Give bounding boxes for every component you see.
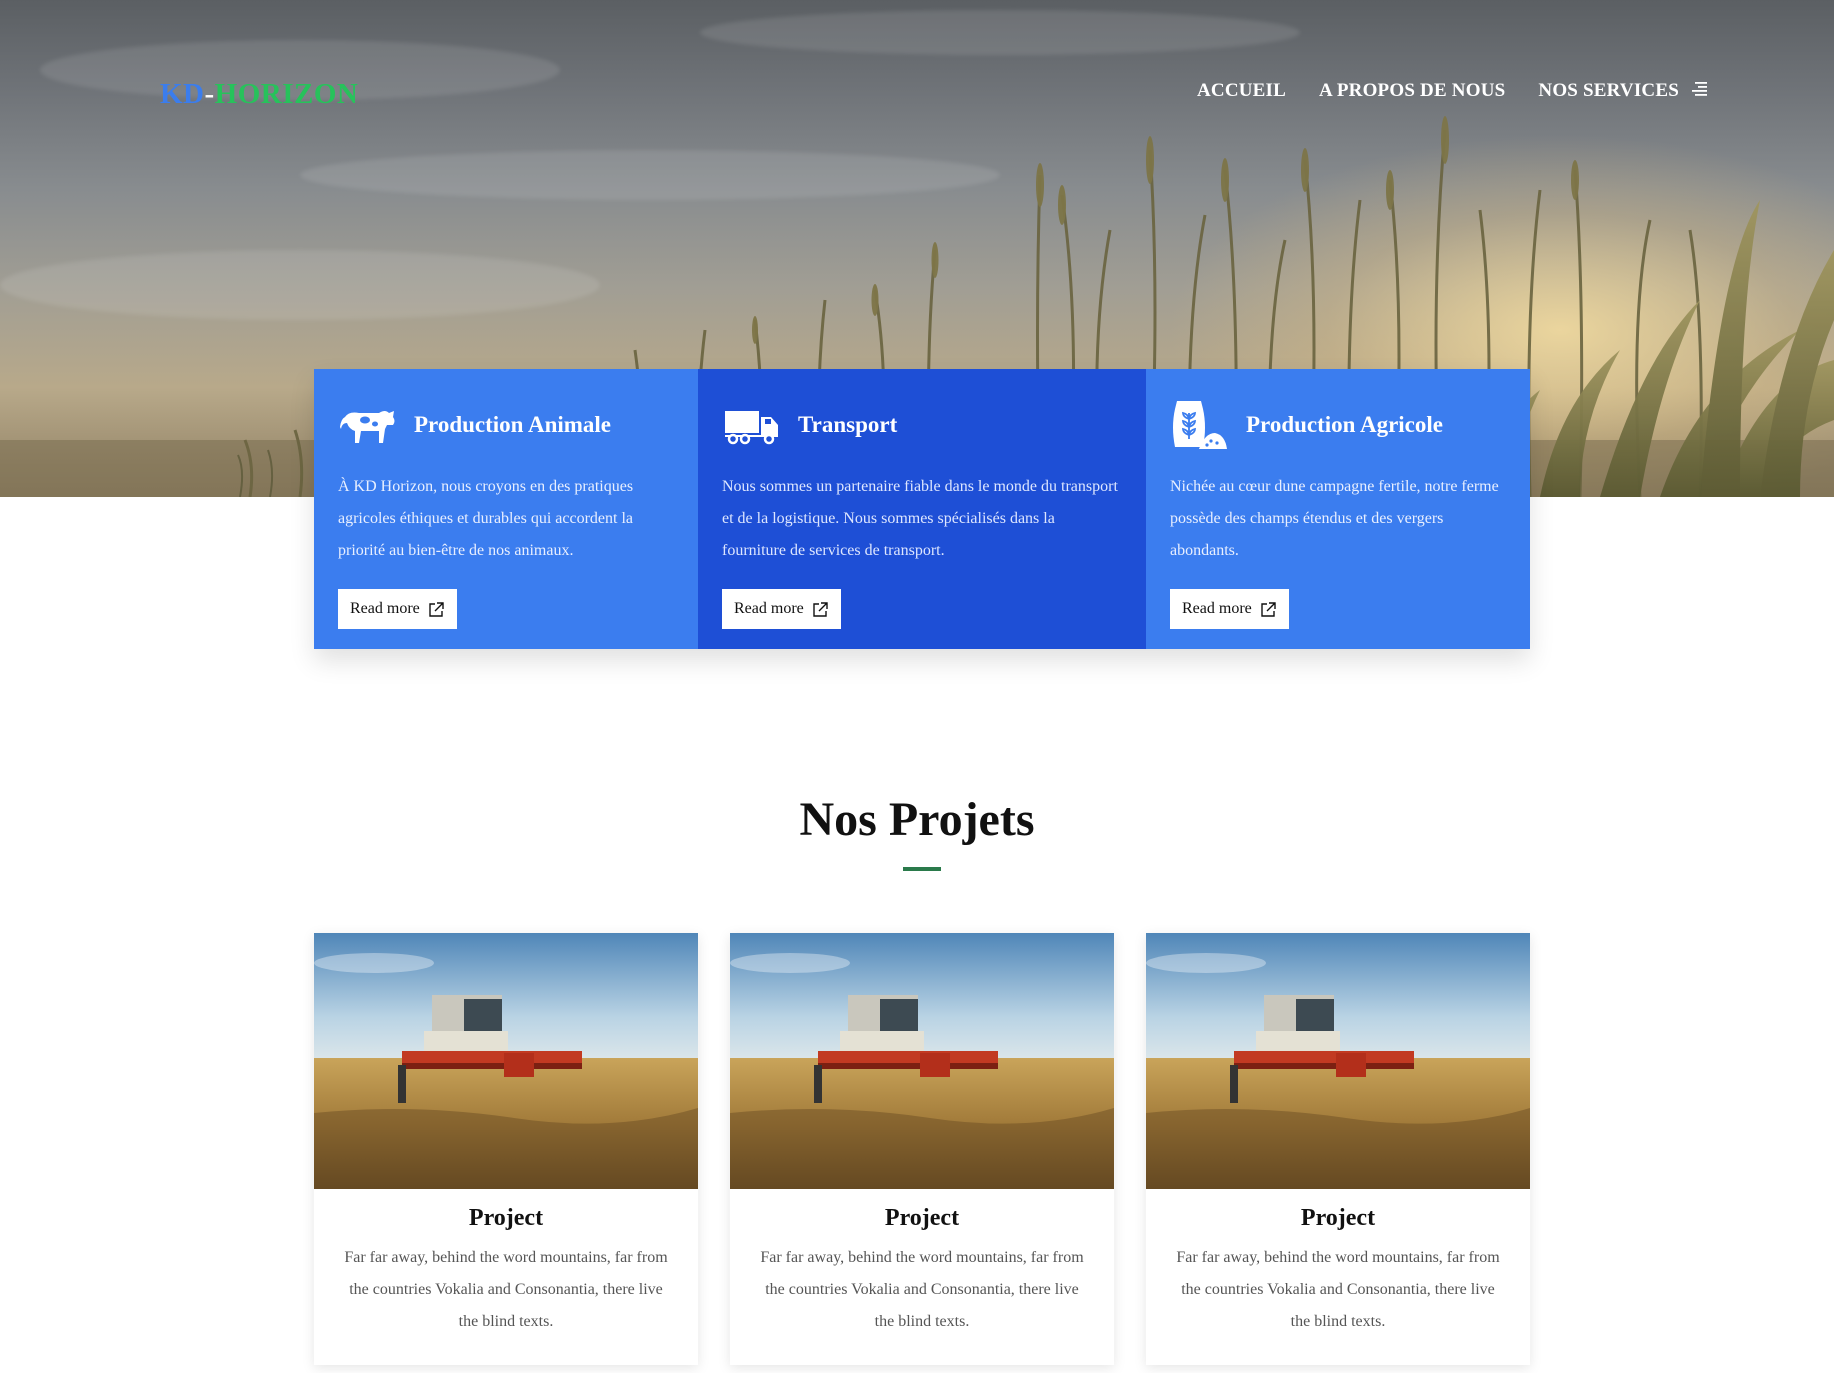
main-nav: ACCUEIL A PROPOS DE NOUS NOS SERVICES (1197, 80, 1707, 102)
read-more-button[interactable]: Read more (722, 589, 841, 629)
read-more-label: Read more (734, 600, 804, 617)
nav-item-accueil[interactable]: ACCUEIL (1197, 80, 1286, 102)
section-title-underline (903, 867, 941, 871)
project-title: Project (1300, 1205, 1376, 1231)
project-title: Project (468, 1205, 544, 1231)
service-description: Nous sommes un partenaire fiable dans le… (722, 478, 1118, 559)
project-description: Far far away, behind the word mountains,… (1176, 1249, 1500, 1330)
grain-sack-icon (1170, 399, 1230, 451)
project-description: Far far away, behind the word mountains,… (344, 1249, 668, 1330)
external-link-icon (429, 601, 444, 617)
brand-logo-part1: KD (160, 78, 205, 110)
cow-icon (338, 399, 398, 451)
read-more-button[interactable]: Read more (1170, 589, 1289, 629)
service-title: Production Agricole (1246, 412, 1443, 437)
section-title-projets: Nos Projets (799, 793, 1035, 846)
service-title: Transport (798, 412, 898, 437)
project-card[interactable]: Project Far far away, behind the word mo… (314, 933, 698, 1365)
project-card[interactable]: Project Far far away, behind the word mo… (1146, 933, 1530, 1365)
brand-logo-part2: HORIZON (214, 78, 359, 110)
read-more-button[interactable]: Read more (338, 589, 457, 629)
services-row: Production Animale À KD Horizon, nous cr… (314, 369, 1530, 649)
project-image-harvester (314, 933, 698, 1189)
project-image-harvester (1146, 933, 1530, 1189)
external-link-icon (813, 601, 828, 617)
brand-logo-separator: - (204, 78, 215, 110)
project-card[interactable]: Project Far far away, behind the word mo… (730, 933, 1114, 1365)
service-description: Nichée au cœur dune campagne fertile, no… (1170, 478, 1499, 559)
service-card-transport: Transport Nous sommes un partenaire fiab… (698, 369, 1146, 649)
nav-item-nos-services[interactable]: NOS SERVICES (1538, 80, 1679, 102)
service-card-production-animale: Production Animale À KD Horizon, nous cr… (314, 369, 698, 649)
project-image-harvester (730, 933, 1114, 1189)
service-description: À KD Horizon, nous croyons en des pratiq… (338, 478, 634, 559)
read-more-label: Read more (350, 600, 420, 617)
service-card-production-agricole: Production Agricole Nichée au cœur dune … (1146, 369, 1530, 649)
brand-logo[interactable]: KD-HORIZON (160, 78, 358, 111)
service-title: Production Animale (414, 412, 612, 437)
truck-icon (722, 399, 782, 451)
read-more-label: Read more (1182, 600, 1252, 617)
external-link-icon (1261, 601, 1276, 617)
project-title: Project (884, 1205, 960, 1231)
menu-icon[interactable] (1689, 82, 1707, 96)
project-description: Far far away, behind the word mountains,… (760, 1249, 1084, 1330)
nav-item-a-propos[interactable]: A PROPOS DE NOUS (1319, 80, 1505, 102)
